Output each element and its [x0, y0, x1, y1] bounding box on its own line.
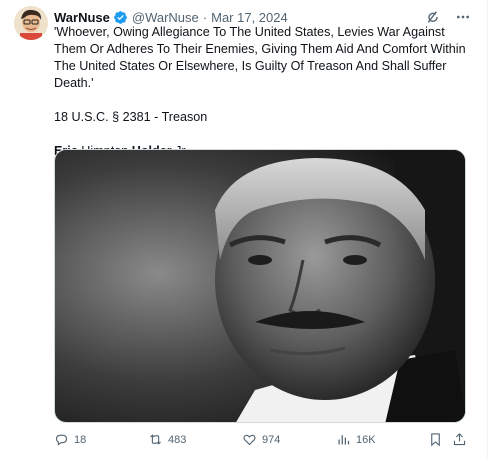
like-button[interactable]: 974 [242, 432, 280, 447]
author-name[interactable]: WarNuse [54, 10, 110, 25]
tweet: WarNuse @WarNuse · Mar 17, 2024 'Whoever… [0, 0, 488, 458]
post-date[interactable]: Mar 17, 2024 [211, 10, 288, 25]
like-count: 974 [262, 433, 281, 446]
separator-dot: · [202, 9, 208, 25]
bookmark-button[interactable] [428, 432, 443, 447]
reply-count: 18 [74, 433, 87, 446]
views-button[interactable]: 16K [336, 432, 376, 447]
verified-badge-icon[interactable] [113, 10, 128, 25]
bar-chart-icon [338, 435, 350, 445]
repost-button[interactable]: 483 [148, 432, 186, 447]
tweet-photo[interactable] [54, 149, 466, 423]
share-button[interactable] [452, 432, 467, 447]
tweet-text: 'Whoever, Owing Allegiance To The United… [54, 24, 472, 160]
author-handle[interactable]: @WarNuse [132, 10, 199, 25]
bookmark-icon [431, 433, 440, 447]
share-icon [453, 433, 466, 446]
reply-button[interactable]: 18 [54, 432, 86, 447]
reply-icon [55, 434, 68, 446]
quote-text: 'Whoever, Owing Allegiance To The United… [54, 25, 466, 90]
heart-icon [243, 434, 256, 446]
citation-text: 18 U.S.C. § 2381 - Treason [54, 110, 208, 124]
view-count: 16K [356, 433, 376, 446]
repost-icon [150, 434, 161, 445]
more-options-icon[interactable] [455, 9, 471, 25]
grok-icon[interactable] [425, 9, 441, 25]
repost-count: 483 [168, 433, 187, 446]
avatar[interactable] [14, 6, 48, 40]
action-bar: 18 483 974 16K [54, 432, 466, 450]
